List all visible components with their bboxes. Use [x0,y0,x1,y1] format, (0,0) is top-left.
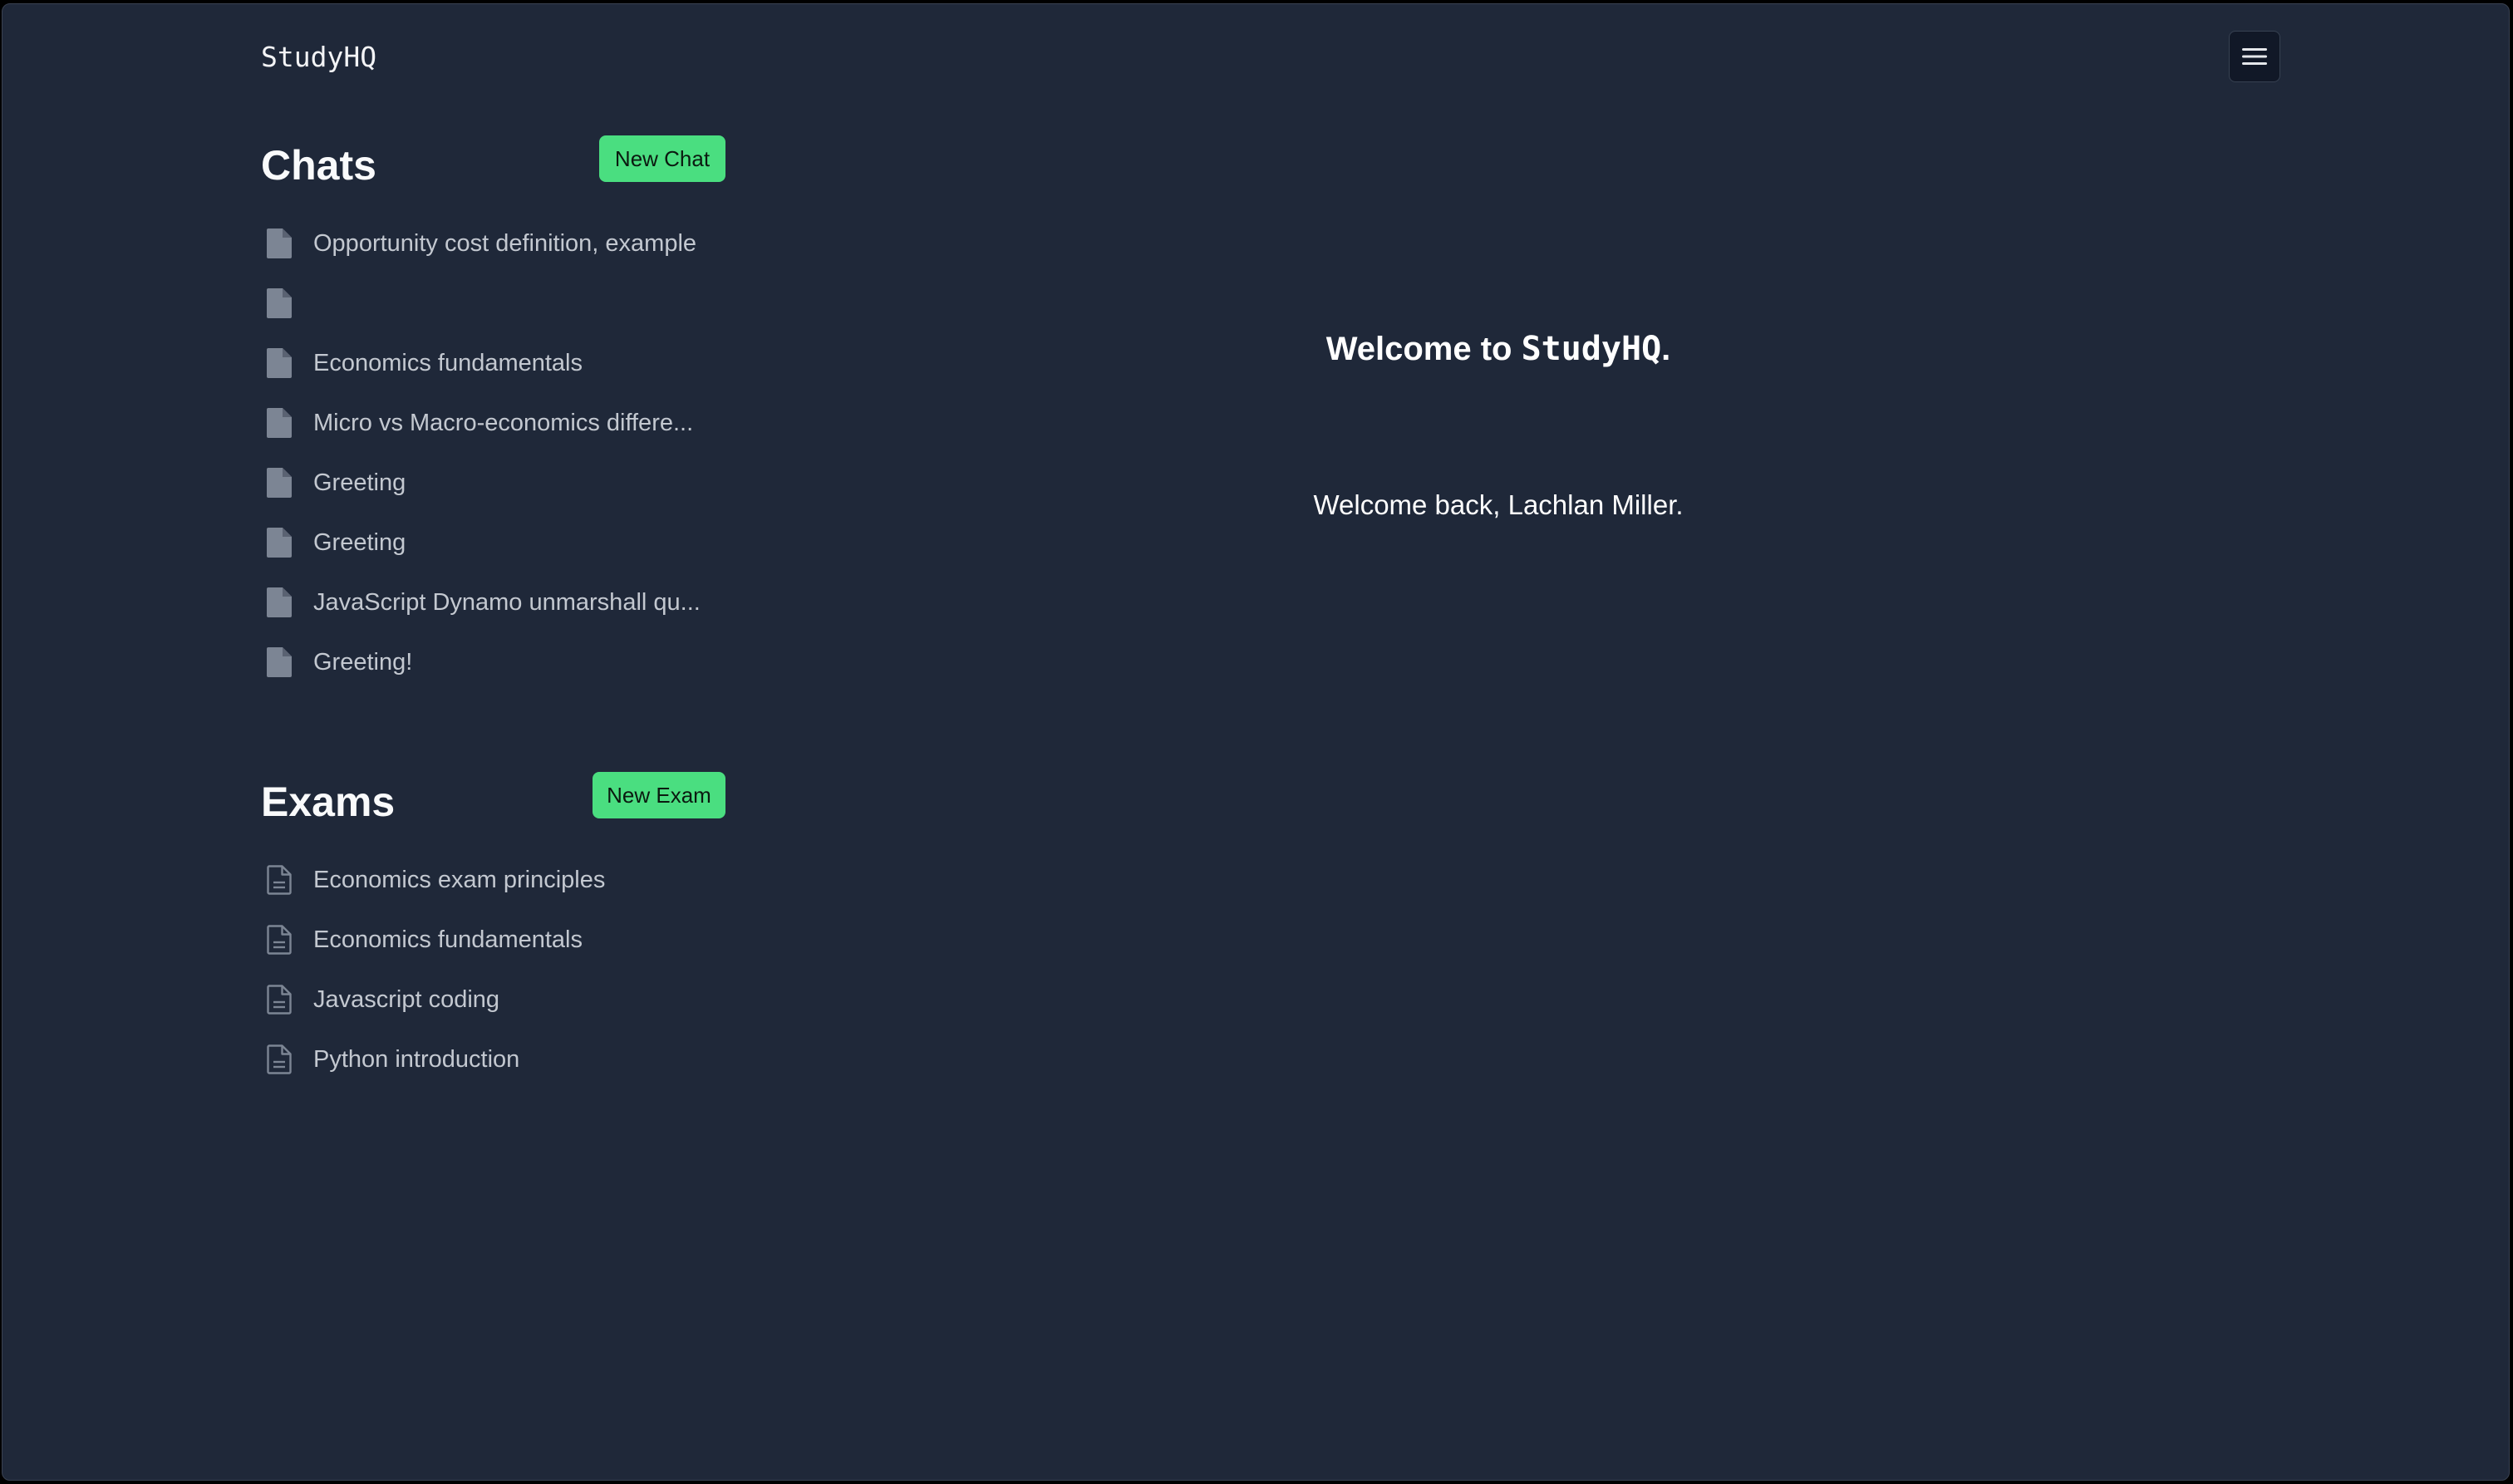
file-outline-icon [267,985,295,1015]
chat-list-item[interactable]: Greeting [267,453,701,513]
chat-list-item-label: Greeting! [313,648,413,676]
file-solid-icon [267,587,295,617]
welcome-prefix: Welcome to [1325,331,1522,367]
brand-logo[interactable]: StudyHQ [261,41,376,73]
exam-list-item[interactable]: Python introduction [267,1029,605,1089]
chat-list-item[interactable]: Micro vs Macro-economics differe... [267,393,701,453]
chat-list-item[interactable]: Economics fundamentals [267,333,701,393]
chat-list-item[interactable] [267,273,701,333]
chat-list-item-label: Economics fundamentals [313,349,583,376]
file-solid-icon [267,348,295,378]
welcome-brand: StudyHQ [1521,330,1662,368]
welcome-back-message: Welcome back, Lachlan Miller. [1313,489,1684,520]
welcome-suffix: . [1661,331,1671,367]
exam-list-item-label: Python introduction [313,1045,520,1073]
new-chat-button[interactable]: New Chat [599,135,725,182]
file-solid-icon [267,468,295,498]
file-outline-icon [267,865,295,895]
chat-list-item[interactable]: Greeting! [267,632,701,692]
menu-button[interactable] [2229,31,2280,82]
welcome-title: Welcome to StudyHQ. [1083,330,1914,368]
exams-heading: Exams [261,779,396,825]
chat-list-item-label: Greeting [313,469,406,496]
file-outline-icon [267,1044,295,1074]
exam-list-item-label: Javascript coding [313,985,500,1013]
exam-list-item[interactable]: Economics fundamentals [267,910,605,970]
chat-list-item-label: Micro vs Macro-economics differe... [313,409,694,436]
file-solid-icon [267,228,295,258]
chat-list-item[interactable]: Greeting [267,513,701,572]
exam-list-item-label: Economics exam principles [313,866,606,893]
chat-list: Opportunity cost definition, example Econ… [267,214,701,692]
exam-list-item-label: Economics fundamentals [313,926,583,953]
exam-list-item[interactable]: Javascript coding [267,970,605,1029]
file-solid-icon [267,408,295,438]
chat-list-item-label: JavaScript Dynamo unmarshall qu... [313,588,701,616]
chat-list-item-label: Opportunity cost definition, example [313,229,697,257]
chat-list-item[interactable]: Opportunity cost definition, example [267,214,701,273]
chat-list-item-label: Greeting [313,528,406,556]
file-solid-icon [267,288,295,318]
new-exam-button[interactable]: New Exam [593,772,725,818]
chats-heading: Chats [261,142,376,189]
exam-list: Economics exam principles Economics funda… [267,850,605,1089]
file-solid-icon [267,647,295,677]
file-outline-icon [267,925,295,955]
exam-list-item[interactable]: Economics exam principles [267,850,605,910]
hamburger-menu-icon [2242,48,2267,65]
app-window: StudyHQ Chats New Chat Opportunity cost … [2,3,2510,1481]
chat-list-item[interactable]: JavaScript Dynamo unmarshall qu... [267,572,701,632]
file-solid-icon [267,528,295,558]
